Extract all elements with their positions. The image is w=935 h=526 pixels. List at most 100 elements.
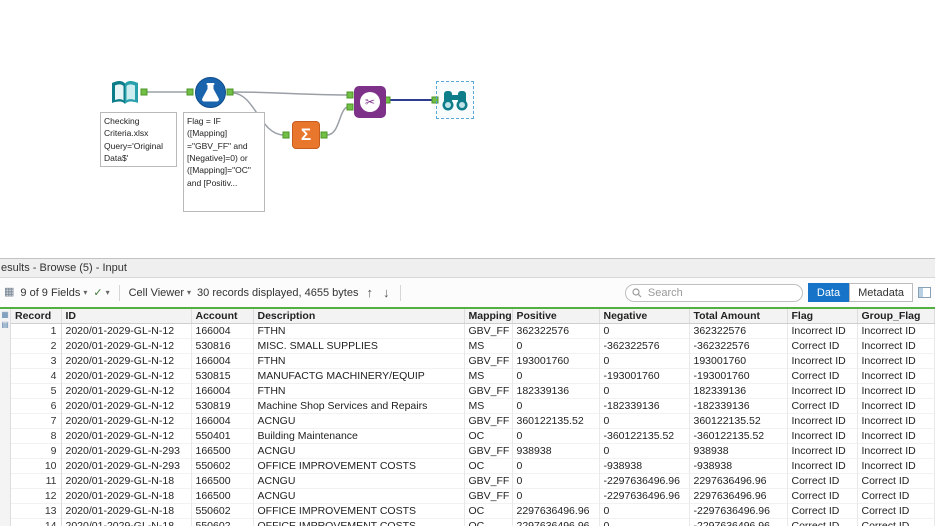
join-tool[interactable]: ✂ <box>354 86 386 118</box>
table-row[interactable]: 92020/01-2029-GL-N-293166500ACNGUGBV_FF9… <box>11 444 934 459</box>
formula-tool[interactable] <box>194 76 227 109</box>
table-cell: GBV_FF <box>464 474 512 489</box>
table-row[interactable]: 122020/01-2029-GL-N-18166500ACNGUGBV_FF0… <box>11 489 934 504</box>
table-row[interactable]: 42020/01-2029-GL-N-12530815MANUFACTG MAC… <box>11 369 934 384</box>
table-cell: Incorrect ID <box>857 354 934 369</box>
table-cell: 530816 <box>191 339 253 354</box>
table-cell: 2020/01-2029-GL-N-18 <box>61 504 191 519</box>
layout-panel-icon[interactable] <box>918 287 931 298</box>
table-cell: -182339136 <box>689 399 787 414</box>
table-cell: 2020/01-2029-GL-N-12 <box>61 399 191 414</box>
column-header[interactable]: Negative <box>599 309 689 324</box>
column-header[interactable]: Total Amount <box>689 309 787 324</box>
table-cell: Incorrect ID <box>857 429 934 444</box>
table-cell: Correct ID <box>787 339 857 354</box>
results-title: esults - Browse (5) - Input <box>1 262 127 274</box>
table-row[interactable]: 32020/01-2029-GL-N-12166004FTHNGBV_FF193… <box>11 354 934 369</box>
column-header[interactable]: Group_Flag <box>857 309 934 324</box>
browse-tool[interactable] <box>441 86 469 114</box>
table-cell: OFFICE IMPROVEMENT COSTS <box>253 459 464 474</box>
table-row[interactable]: 72020/01-2029-GL-N-12166004ACNGUGBV_FF36… <box>11 414 934 429</box>
table-cell: Machine Shop Services and Repairs <box>253 399 464 414</box>
annotation-input[interactable]: Checking Criteria.xlsx Query='Original D… <box>100 112 177 167</box>
table-cell: Incorrect ID <box>787 324 857 339</box>
sigma-icon: Σ <box>292 121 320 149</box>
results-toolbar: ▦ 9 of 9 Fields ▾ ✓ ▾ Cell Viewer ▾ 30 r… <box>0 278 935 307</box>
results-panel: esults - Browse (5) - Input ▦ 9 of 9 Fie… <box>0 258 935 526</box>
table-row[interactable]: 22020/01-2029-GL-N-12530816MISC. SMALL S… <box>11 339 934 354</box>
row-number-cell: 13 <box>11 504 61 519</box>
table-cell: FTHN <box>253 354 464 369</box>
metadata-tab[interactable]: Metadata <box>849 283 913 302</box>
table-cell: Correct ID <box>787 504 857 519</box>
table-cell: -360122135.52 <box>599 429 689 444</box>
table-cell: OC <box>464 519 512 526</box>
table-cell: 938938 <box>512 444 599 459</box>
annotation-formula[interactable]: Flag = IF ([Mapping] ="GBV_FF" and [Nega… <box>183 112 265 212</box>
output-anchor[interactable] <box>321 132 327 138</box>
results-titlebar[interactable]: esults - Browse (5) - Input <box>0 259 935 278</box>
table-cell: -362322576 <box>689 339 787 354</box>
column-header[interactable]: Record <box>11 309 61 324</box>
input-data-tool[interactable] <box>108 76 142 110</box>
table-cell: 166004 <box>191 384 253 399</box>
column-header[interactable]: Mapping <box>464 309 512 324</box>
input-anchor[interactable] <box>347 104 353 110</box>
table-cell: -2297636496.96 <box>689 504 787 519</box>
table-view-icon[interactable]: ▦ <box>1 311 9 319</box>
results-side-rail: ▦ ▤ <box>0 309 11 526</box>
workflow-canvas[interactable]: Σ ✂ Checking Criteria.xlsx Query='Origin… <box>0 0 935 258</box>
output-anchor[interactable] <box>227 89 233 95</box>
table-row[interactable]: 102020/01-2029-GL-N-293550602OFFICE IMPR… <box>11 459 934 474</box>
row-number-cell: 11 <box>11 474 61 489</box>
table-cell: MS <box>464 399 512 414</box>
table-header-row: RecordIDAccountDescriptionMappingPositiv… <box>11 309 934 324</box>
column-header[interactable]: Account <box>191 309 253 324</box>
input-anchor[interactable] <box>187 89 193 95</box>
table-cell: 0 <box>512 429 599 444</box>
table-cell: ACNGU <box>253 444 464 459</box>
row-number-cell: 10 <box>11 459 61 474</box>
profile-view-icon[interactable]: ▤ <box>1 321 9 329</box>
table-row[interactable]: 52020/01-2029-GL-N-12166004FTHNGBV_FF182… <box>11 384 934 399</box>
data-tab[interactable]: Data <box>808 283 849 302</box>
table-cell: Correct ID <box>857 519 934 526</box>
search-input[interactable] <box>646 286 796 300</box>
table-row[interactable]: 112020/01-2029-GL-N-18166500ACNGUGBV_FF0… <box>11 474 934 489</box>
connection-summarize-join-bottom[interactable] <box>327 107 348 135</box>
table-cell: Correct ID <box>787 399 857 414</box>
table-row[interactable]: 142020/01-2029-GL-N-18550602OFFICE IMPRO… <box>11 519 934 526</box>
table-cell: 530819 <box>191 399 253 414</box>
table-cell: 0 <box>512 489 599 504</box>
grid-icon[interactable]: ▦ <box>4 287 14 298</box>
table-cell: Correct ID <box>857 504 934 519</box>
connection-formula-join-top[interactable] <box>233 92 348 95</box>
table-row[interactable]: 82020/01-2029-GL-N-12550401Building Main… <box>11 429 934 444</box>
scroll-up-button[interactable]: ↑ <box>364 285 375 300</box>
row-number-cell: 1 <box>11 324 61 339</box>
apply-check-button[interactable]: ✓ ▾ <box>93 286 109 299</box>
cell-viewer-selector[interactable]: Cell Viewer ▾ <box>129 287 191 299</box>
table-cell: -362322576 <box>599 339 689 354</box>
table-cell: GBV_FF <box>464 324 512 339</box>
results-grid[interactable]: RecordIDAccountDescriptionMappingPositiv… <box>11 309 935 526</box>
table-cell: 182339136 <box>512 384 599 399</box>
table-cell: 550602 <box>191 519 253 526</box>
table-cell: Incorrect ID <box>787 429 857 444</box>
table-row[interactable]: 12020/01-2029-GL-N-12166004FTHNGBV_FF362… <box>11 324 934 339</box>
search-box[interactable] <box>625 284 803 302</box>
results-table: RecordIDAccountDescriptionMappingPositiv… <box>11 309 935 526</box>
table-row[interactable]: 62020/01-2029-GL-N-12530819Machine Shop … <box>11 399 934 414</box>
column-header[interactable]: Positive <box>512 309 599 324</box>
column-header[interactable]: Description <box>253 309 464 324</box>
summarize-tool[interactable]: Σ <box>292 121 320 149</box>
input-anchor[interactable] <box>283 132 289 138</box>
column-header[interactable]: ID <box>61 309 191 324</box>
column-header[interactable]: Flag <box>787 309 857 324</box>
table-cell: 550602 <box>191 504 253 519</box>
input-anchor[interactable] <box>347 92 353 98</box>
scroll-down-button[interactable]: ↓ <box>381 285 392 300</box>
fields-selector[interactable]: 9 of 9 Fields ▾ <box>20 287 87 299</box>
table-row[interactable]: 132020/01-2029-GL-N-18550602OFFICE IMPRO… <box>11 504 934 519</box>
table-cell: -193001760 <box>599 369 689 384</box>
